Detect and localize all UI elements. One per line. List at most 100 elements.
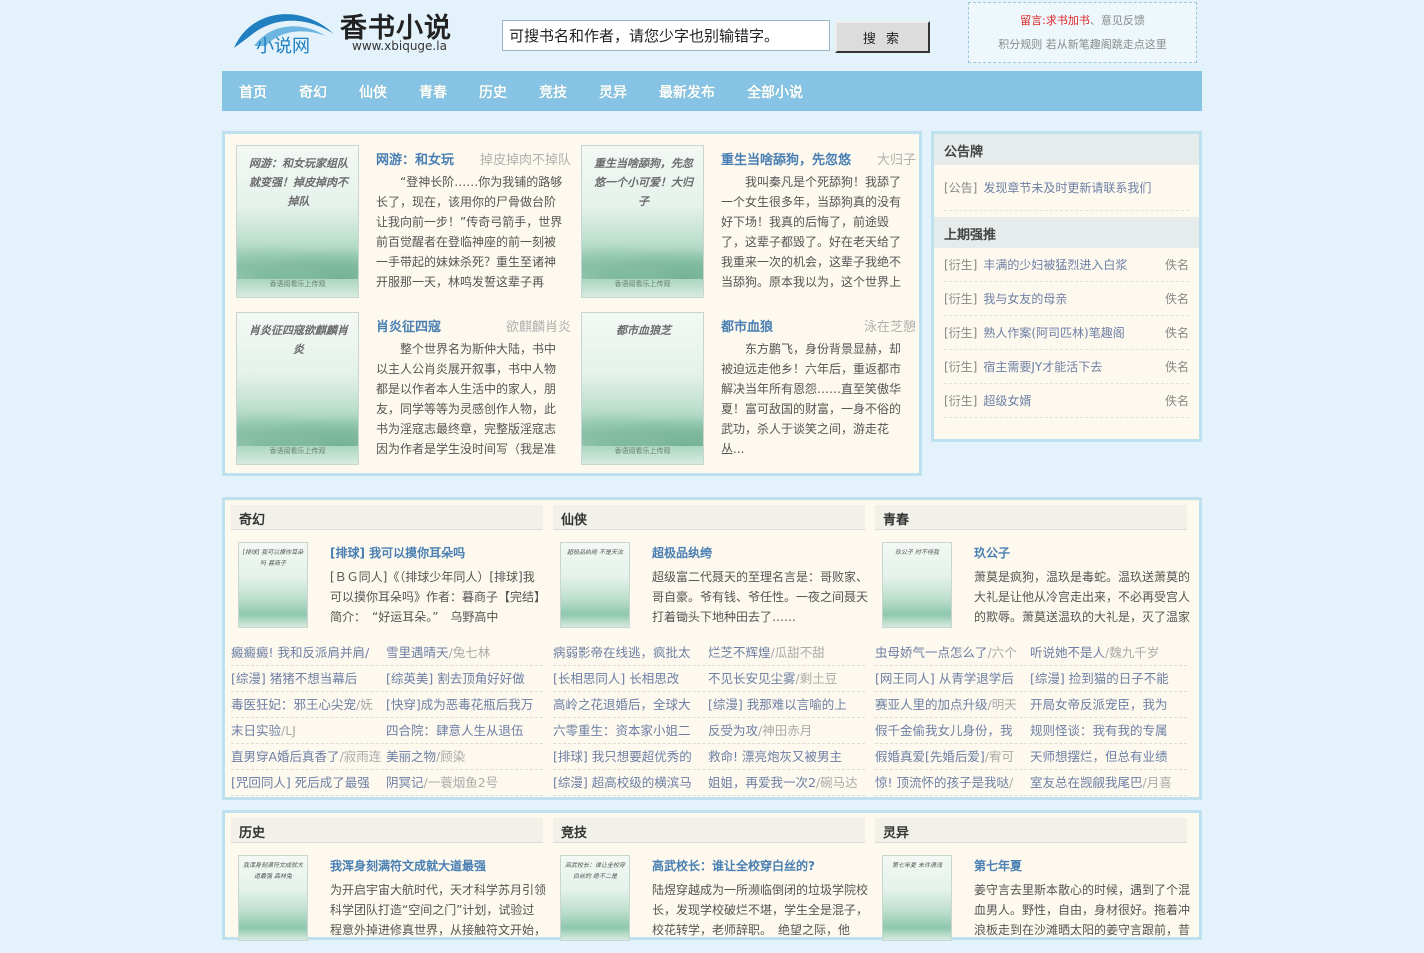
top-pick-item[interactable]: [衍生] 熟人作案(阿司匹林)笔趣阁 佚名 xyxy=(944,316,1189,350)
list-row: 癜癜癜! 我和反派肩并肩/雪里遇晴天/兔七林 xyxy=(231,640,543,666)
book-cover[interactable]: 网游：和女玩家组队就变强！掉皮掉肉不掉队 香语阅看乐上传观 xyxy=(236,145,359,298)
book-cover[interactable]: 超极品纨绔 不是天泫 xyxy=(560,542,630,628)
list-item[interactable]: [排球] 我只想要超优秀的 xyxy=(553,744,708,769)
list-item[interactable]: 雪里遇晴天/兔七林 xyxy=(386,640,541,665)
book-name[interactable]: 宿主需要JY才能活下去 xyxy=(983,358,1165,375)
notice-text[interactable]: 发现章节未及时更新请联系我们 xyxy=(983,179,1189,196)
list-item[interactable]: 不见长安见尘雾/剩土豆 xyxy=(708,666,863,691)
search-button[interactable]: 搜 索 xyxy=(835,21,930,53)
book-cover[interactable]: 玖公子 时不待我 xyxy=(882,542,952,628)
top-pick-item[interactable]: [衍生] 超级女婿 佚名 xyxy=(944,384,1189,418)
book-cover[interactable]: [排球] 我可以摸你耳朵吗 暮商子 xyxy=(238,542,308,628)
book-author: 掉皮掉肉不掉队 xyxy=(479,153,571,168)
list-item[interactable]: 阴冥记/一蓑烟鱼2号 xyxy=(386,770,541,795)
list-item[interactable]: 末日实验/LJ xyxy=(231,718,386,743)
list-item[interactable]: 美丽之物/顾染 xyxy=(386,744,541,769)
book-title[interactable]: 第七年夏 xyxy=(974,857,1022,874)
category-heading: 奇幻 xyxy=(231,505,543,530)
book-title[interactable]: 玖公子 xyxy=(974,544,1010,561)
book-title[interactable]: 肖炎征四寇 xyxy=(376,316,441,335)
nav-fantasy[interactable]: 奇幻 xyxy=(288,71,338,111)
book-title[interactable]: 超极品纨绔 xyxy=(652,544,712,561)
points-rules-link[interactable]: 积分规则 若从新笔趣阁跳走点这里 xyxy=(969,33,1196,57)
list-row: 直男穿A婚后真香了/寂雨连 美丽之物/顾染 xyxy=(231,744,543,770)
list-item[interactable]: 癜癜癜! 我和反派肩并肩/ xyxy=(231,640,386,665)
list-item[interactable]: [综漫] 捡到猫的日子不能 xyxy=(1030,666,1185,691)
nav-history[interactable]: 历史 xyxy=(468,71,518,111)
book-cover[interactable]: 我浑身刻满符文成就大道最强 森林兔 xyxy=(238,855,308,941)
cover-text: 我浑身刻满符文成就大道最强 森林兔 xyxy=(242,862,303,880)
book-title[interactable]: 高武校长：谁让全校穿白丝的? xyxy=(652,857,815,874)
nav-xianxia[interactable]: 仙侠 xyxy=(348,71,398,111)
list-item[interactable]: 病弱影帝在线逃，疯批太 xyxy=(553,640,708,665)
list-item[interactable]: 虫母娇气一点怎么了/六个 xyxy=(875,640,1030,665)
list-item[interactable]: 规则怪谈：我有我的专属 xyxy=(1030,718,1185,743)
nav-latest[interactable]: 最新发布 xyxy=(648,71,726,111)
nav-all-novels[interactable]: 全部小说 xyxy=(736,71,814,111)
book-title[interactable]: 重生当啥舔狗，先忽悠 xyxy=(721,149,851,168)
list-item[interactable]: 听说她不是人/魏九千岁 xyxy=(1030,640,1185,665)
book-name[interactable]: 丰满的少妇被猛烈进入白浆 xyxy=(983,256,1165,273)
book-cover[interactable]: 肖炎征四寇欲麒麟肖炎 香语阅看乐上传观 xyxy=(236,312,359,465)
list-item[interactable]: [咒回同人] 死后成了最强 xyxy=(231,770,386,795)
list-item[interactable]: [综漫] 我那难以言喻的上 xyxy=(708,692,863,717)
book-title[interactable]: 我浑身刻满符文成就大道最强 xyxy=(330,857,486,874)
request-book-link[interactable]: 求书加书 xyxy=(1046,14,1090,27)
list-item[interactable]: 直男穿A婚后真香了/寂雨连 xyxy=(231,744,386,769)
nav-sports[interactable]: 竞技 xyxy=(528,71,578,111)
list-item[interactable]: 高岭之花退婚后，全球大 xyxy=(553,692,708,717)
list-item[interactable]: 四合院：肆意人生从退伍 xyxy=(386,718,541,743)
list-item[interactable]: 惊! 顶流怀的孩子是我哒/ xyxy=(875,770,1030,795)
list-item[interactable]: 烂芝不辉煌/瓜甜不甜 xyxy=(708,640,863,665)
book-title[interactable]: 网游：和女玩 xyxy=(376,149,454,168)
list-item[interactable]: 救命! 漂亮炮灰又被男主 xyxy=(708,744,863,769)
list-item[interactable]: 赛亚人里的加点升级/明天 xyxy=(875,692,1030,717)
category-top-book: 我浑身刻满符文成就大道最强 森林兔 我浑身刻满符文成就大道最强 为开启宇宙大航时… xyxy=(228,843,546,953)
list-item[interactable]: 室友总在觊觎我尾巴/月喜 xyxy=(1030,770,1185,795)
list-item[interactable]: 六零重生：资本家小姐二 xyxy=(553,718,708,743)
book-cover[interactable]: 高武校长：谁让全校穿白丝的 绝不二是 xyxy=(560,855,630,941)
top-pick-item[interactable]: [衍生] 丰满的少妇被猛烈进入白浆 佚名 xyxy=(944,248,1189,282)
feedback-link[interactable]: 意见反馈 xyxy=(1101,14,1145,27)
top-pick-item[interactable]: [衍生] 我与女友的母亲 佚名 xyxy=(944,282,1189,316)
list-row: 六零重生：资本家小姐二 反受为攻/神田赤月 xyxy=(553,718,865,744)
top-pick-item[interactable]: [衍生] 宿主需要JY才能活下去 佚名 xyxy=(944,350,1189,384)
list-row: [咒回同人] 死后成了最强 阴冥记/一蓑烟鱼2号 xyxy=(231,770,543,796)
list-item[interactable]: [综漫] 超高校级的横滨马 xyxy=(553,770,708,795)
list-item[interactable]: [长相思同人] 长相思改 xyxy=(553,666,708,691)
cover-footer: 香语阅看乐上传观 xyxy=(614,447,671,455)
book-cover[interactable]: 重生当啥舔狗，先忽悠一个小可爱！大归子 香语阅看乐上传观 xyxy=(581,145,704,298)
list-item[interactable]: [快穿]成为恶毒花瓶后我万 xyxy=(386,692,541,717)
list-item[interactable]: [网王同人] 从青学退学后 xyxy=(875,666,1030,691)
book-name[interactable]: 超级女婿 xyxy=(983,392,1165,409)
book-cover[interactable]: 都市血狼芝 香语阅看乐上传观 xyxy=(581,312,704,465)
book-name[interactable]: 熟人作案(阿司匹林)笔趣阁 xyxy=(983,324,1165,341)
cover-footer: 香语阅看乐上传观 xyxy=(269,280,326,288)
list-item[interactable]: 假千金偷我女儿身份，我 xyxy=(875,718,1030,743)
notice-board-heading: 公告牌 xyxy=(934,134,1199,165)
book-title[interactable]: 都市血狼 xyxy=(721,316,773,335)
logo-subtitle[interactable]: 小说网 xyxy=(256,32,310,58)
sidebar: 公告牌 [公告] 发现章节未及时更新请联系我们 上期强推 [衍生] 丰满的少妇被猛烈… xyxy=(931,131,1202,442)
nav-youth[interactable]: 青春 xyxy=(408,71,458,111)
cover-text: 玖公子 时不待我 xyxy=(895,549,939,556)
book-cover[interactable]: 第七年夏 未许清浅 xyxy=(882,855,952,941)
list-item[interactable]: [综英美] 割去顶角好好做 xyxy=(386,666,541,691)
list-item[interactable]: [综漫] 猪猪不想当幕后 xyxy=(231,666,386,691)
book-name[interactable]: 我与女友的母亲 xyxy=(983,290,1165,307)
nav-home[interactable]: 首页 xyxy=(228,71,278,111)
cover-text: [排球] 我可以摸你耳朵吗 暮商子 xyxy=(242,549,304,567)
nav-supernatural[interactable]: 灵异 xyxy=(588,71,638,111)
list-item[interactable]: 毒医狂妃：邪王心尖宠/妩 xyxy=(231,692,386,717)
list-item[interactable]: 反受为攻/神田赤月 xyxy=(708,718,863,743)
list-item[interactable]: 天师想摆烂，但总有业绩 xyxy=(1030,744,1185,769)
notice-item[interactable]: [公告] 发现章节未及时更新请联系我们 xyxy=(944,165,1189,211)
category-column-sports: 竞技 高武校长：谁让全校穿白丝的 绝不二是 高武校长：谁让全校穿白丝的? 陆煜穿… xyxy=(550,818,868,942)
book-description: 我叫秦凡是个死舔狗！我舔了一个女生很多年，当舔狗真的没有好下场！我真的后悔了，前… xyxy=(721,175,902,289)
list-item[interactable]: 假婚真爱[先婚后爱]/宥可 xyxy=(875,744,1030,769)
book-title[interactable]: [排球] 我可以摸你耳朵吗 xyxy=(330,544,465,561)
book-author: 佚名 xyxy=(1164,394,1189,408)
list-item[interactable]: 开局女帝反派宠臣，我为 xyxy=(1030,692,1185,717)
search-input[interactable] xyxy=(502,20,830,51)
list-item[interactable]: 姐姐，再爱我一次2/碗马达 xyxy=(708,770,863,795)
